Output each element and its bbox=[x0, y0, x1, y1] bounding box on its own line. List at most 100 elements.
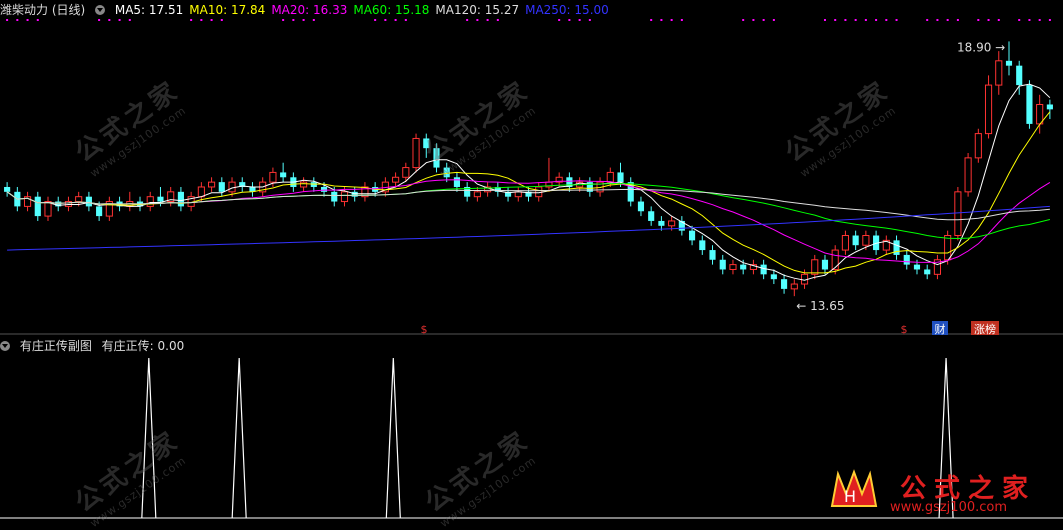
candle-body bbox=[157, 196, 164, 202]
candle-body bbox=[852, 235, 859, 246]
candle-body bbox=[831, 249, 839, 270]
candle-body bbox=[402, 167, 410, 178]
signal-dot bbox=[108, 19, 111, 21]
candle-body bbox=[821, 259, 829, 270]
candle-body bbox=[1036, 103, 1044, 125]
candle-body bbox=[699, 240, 706, 251]
signal-dot bbox=[118, 19, 121, 21]
signal-dot bbox=[36, 19, 39, 21]
signal-dot bbox=[210, 19, 213, 21]
candle-body bbox=[4, 186, 11, 192]
signal-dot bbox=[926, 19, 929, 21]
candle-body bbox=[811, 259, 819, 275]
candle-body bbox=[96, 206, 103, 217]
candle-body bbox=[709, 250, 716, 260]
candle-body bbox=[85, 196, 92, 207]
low-price-label: ← 13.65 bbox=[796, 299, 844, 313]
candle-body bbox=[913, 264, 921, 270]
ma-label: MA250: 15.00 bbox=[525, 3, 609, 17]
candle-body bbox=[269, 171, 277, 183]
candle-body bbox=[893, 240, 900, 255]
ma-label: MA20: 16.33 bbox=[271, 3, 348, 17]
candle-body bbox=[228, 181, 236, 193]
signal-dot bbox=[772, 19, 775, 21]
signal-dot bbox=[200, 19, 203, 21]
candle-body bbox=[300, 181, 308, 188]
stock-title: 潍柴动力 (日线) bbox=[0, 3, 86, 17]
candle-body bbox=[514, 191, 522, 198]
candle-body bbox=[617, 172, 624, 183]
candle-body bbox=[740, 264, 747, 270]
candle-body bbox=[781, 279, 788, 289]
candle-body bbox=[1026, 85, 1033, 124]
signal-dot bbox=[660, 19, 663, 21]
indicator-spike bbox=[385, 357, 401, 519]
signal-dot bbox=[1018, 19, 1021, 21]
candle-body bbox=[177, 191, 184, 207]
candle-body bbox=[974, 133, 982, 159]
signal-dot bbox=[476, 19, 479, 21]
signal-dot bbox=[752, 19, 755, 21]
ma-label: MA10: 17.84 bbox=[189, 3, 266, 17]
signal-dot bbox=[875, 19, 878, 21]
candle-body bbox=[658, 220, 665, 226]
event-marker: 涨榜 bbox=[974, 322, 996, 336]
event-marker: $ bbox=[421, 323, 428, 336]
chevron-down-icon[interactable] bbox=[0, 341, 10, 351]
signal-dot bbox=[496, 19, 499, 21]
signal-dot bbox=[588, 19, 591, 21]
ma-label: MA60: 15.18 bbox=[353, 3, 430, 17]
event-marker: $ bbox=[901, 323, 908, 336]
candle-body bbox=[903, 254, 910, 265]
signal-dot bbox=[864, 19, 867, 21]
candle-body bbox=[208, 181, 216, 188]
candle-body bbox=[606, 171, 614, 183]
candle-body bbox=[729, 264, 737, 270]
candle-body bbox=[790, 283, 798, 290]
signal-dot bbox=[885, 19, 888, 21]
signal-dot bbox=[854, 19, 857, 21]
signal-dot bbox=[404, 19, 407, 21]
candle-body bbox=[954, 191, 962, 237]
signal-dot bbox=[895, 19, 898, 21]
signal-dot bbox=[98, 19, 101, 21]
signal-dot bbox=[128, 19, 131, 21]
candle-body bbox=[280, 172, 287, 178]
candle-body bbox=[146, 196, 154, 207]
signal-dot bbox=[680, 19, 683, 21]
candle-body bbox=[1016, 65, 1023, 86]
signal-dot bbox=[946, 19, 949, 21]
candle-body bbox=[862, 235, 870, 246]
candle-body bbox=[34, 196, 41, 217]
signal-dot bbox=[374, 19, 377, 21]
signal-dot bbox=[956, 19, 959, 21]
candle-body bbox=[689, 230, 696, 241]
signal-dot bbox=[1028, 19, 1031, 21]
upper-panel-header: 潍柴动力 (日线) MA5: 17.51 MA10: 17.84 MA20: 16.… bbox=[0, 1, 621, 19]
signal-dot bbox=[977, 19, 980, 21]
indicator-value: 有庄正传: 0.00 bbox=[101, 339, 185, 353]
signal-dot bbox=[26, 19, 29, 21]
candle-body bbox=[648, 211, 655, 221]
candle-body bbox=[218, 182, 225, 192]
signal-dot bbox=[6, 19, 9, 21]
logo-mark-icon: H bbox=[830, 469, 878, 507]
indicator-title: 有庄正传副图 bbox=[19, 339, 92, 353]
candle-body bbox=[1046, 104, 1053, 110]
lower-panel-header: 有庄正传副图 有庄正传: 0.00 bbox=[0, 337, 190, 355]
chevron-down-icon[interactable] bbox=[95, 5, 106, 15]
event-marker: 财 bbox=[935, 322, 946, 336]
candle-body bbox=[995, 60, 1003, 86]
svg-text:H: H bbox=[844, 487, 856, 506]
signal-dot bbox=[762, 19, 765, 21]
signal-dot bbox=[987, 19, 990, 21]
candle-body bbox=[535, 186, 543, 198]
signal-dot bbox=[578, 19, 581, 21]
signal-dot bbox=[190, 19, 193, 21]
candle-body bbox=[1005, 60, 1013, 66]
signal-dot bbox=[997, 19, 1000, 21]
candle-body bbox=[984, 84, 993, 135]
signal-dot bbox=[670, 19, 673, 21]
signal-dot bbox=[394, 19, 397, 21]
candle-body bbox=[453, 177, 461, 187]
